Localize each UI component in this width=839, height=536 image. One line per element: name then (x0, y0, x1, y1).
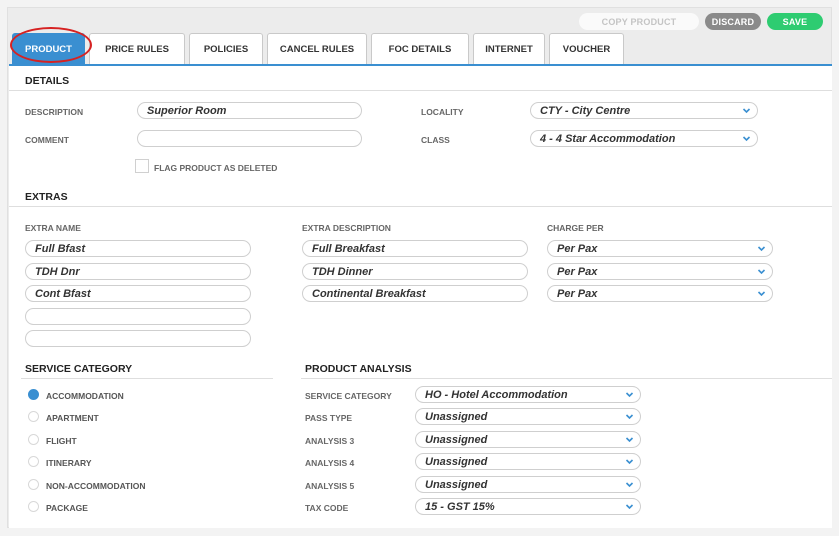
chevron-down-icon (742, 134, 751, 143)
locality-select[interactable]: CTY - City Centre (530, 102, 758, 119)
extra-description-input[interactable]: TDH Dinner (302, 263, 528, 280)
tab-policies[interactable]: POLICIES (189, 33, 263, 64)
analysis-value: 15 - GST 15% (425, 500, 495, 513)
analysis-5-select[interactable]: Unassigned (415, 476, 641, 493)
product-analysis-title: PRODUCT ANALYSIS (305, 363, 412, 375)
chevron-down-icon (757, 289, 766, 298)
analysis-label: ANALYSIS 4 (305, 458, 355, 468)
analysis-label: SERVICE CATEGORY (305, 391, 392, 401)
tab-foc-details[interactable]: FOC DETAILS (371, 33, 469, 64)
extra-name-input[interactable]: Cont Bfast (25, 285, 251, 302)
class-value: 4 - 4 Star Accommodation (540, 132, 676, 145)
service-category-title: SERVICE CATEGORY (25, 363, 133, 375)
chevron-down-icon (757, 244, 766, 253)
description-input[interactable]: Superior Room (137, 102, 362, 119)
description-label: DESCRIPTION (25, 107, 84, 117)
discard-button[interactable]: DISCARD (705, 13, 761, 30)
tab-product[interactable]: PRODUCT (10, 27, 92, 64)
analysis-value: Unassigned (425, 433, 488, 446)
extra-name-header: EXTRA NAME (25, 223, 81, 233)
class-select[interactable]: 4 - 4 Star Accommodation (530, 130, 758, 147)
analysis-4-select[interactable]: Unassigned (415, 453, 641, 470)
radio-label: FLIGHT (46, 436, 77, 446)
tab-internet[interactable]: INTERNET (473, 33, 545, 64)
charge-per-value: Per Pax (557, 242, 598, 255)
charge-per-select[interactable]: Per Pax (547, 263, 773, 280)
chevron-down-icon (757, 267, 766, 276)
product-editor: COPY PRODUCT DISCARD SAVE PRODUCT PRICE … (7, 7, 832, 528)
product-panel: DETAILS DESCRIPTION Superior Room COMMEN… (9, 66, 832, 528)
chevron-down-icon (625, 457, 634, 466)
extra-name-input[interactable] (25, 308, 251, 325)
tab-price-rules[interactable]: PRICE RULES (89, 33, 185, 64)
flag-deleted-checkbox[interactable] (135, 159, 149, 173)
extra-name-input[interactable] (25, 330, 251, 347)
comment-input[interactable] (137, 130, 362, 147)
tab-voucher[interactable]: VOUCHER (549, 33, 624, 64)
charge-per-select[interactable]: Per Pax (547, 285, 773, 302)
save-button[interactable]: SAVE (767, 13, 823, 30)
extra-description-header: EXTRA DESCRIPTION (302, 223, 391, 233)
extras-title: EXTRAS (25, 191, 68, 203)
details-title: DETAILS (25, 75, 70, 87)
extra-name-input[interactable]: Full Bfast (25, 240, 251, 257)
chevron-down-icon (625, 502, 634, 511)
charge-per-select[interactable]: Per Pax (547, 240, 773, 257)
chevron-down-icon (625, 412, 634, 421)
radio-label: ITINERARY (46, 458, 92, 468)
radio-label: NON-ACCOMMODATION (46, 481, 146, 491)
divider (9, 90, 832, 91)
charge-per-value: Per Pax (557, 287, 598, 300)
charge-per-header: CHARGE PER (547, 223, 604, 233)
analysis-label: PASS TYPE (305, 413, 353, 423)
analysis-3-select[interactable]: Unassigned (415, 431, 641, 448)
divider (21, 378, 273, 379)
chevron-down-icon (625, 435, 634, 444)
analysis-value: Unassigned (425, 478, 488, 491)
locality-label: LOCALITY (421, 107, 464, 117)
radio-label: APARTMENT (46, 413, 99, 423)
chevron-down-icon (625, 480, 634, 489)
chevron-down-icon (625, 390, 634, 399)
radio-apartment[interactable] (28, 411, 39, 422)
extra-description-input[interactable]: Full Breakfast (302, 240, 528, 257)
analysis-label: TAX CODE (305, 503, 349, 513)
radio-accommodation[interactable] (28, 389, 39, 400)
analysis-label: ANALYSIS 3 (305, 436, 355, 446)
analysis-value: HO - Hotel Accommodation (425, 388, 568, 401)
extra-description-input[interactable]: Continental Breakfast (302, 285, 528, 302)
action-bar: COPY PRODUCT DISCARD SAVE (579, 13, 823, 30)
comment-label: COMMENT (25, 135, 69, 145)
charge-per-value: Per Pax (557, 265, 598, 278)
radio-non-accommodation[interactable] (28, 479, 39, 490)
chevron-down-icon (742, 106, 751, 115)
analysis-value: Unassigned (425, 410, 488, 423)
class-label: CLASS (421, 135, 450, 145)
tab-cancel-rules[interactable]: CANCEL RULES (267, 33, 367, 64)
analysis-value: Unassigned (425, 455, 488, 468)
locality-value: CTY - City Centre (540, 104, 631, 117)
radio-label: ACCOMMODATION (46, 391, 124, 401)
radio-itinerary[interactable] (28, 456, 39, 467)
radio-package[interactable] (28, 501, 39, 512)
divider (9, 206, 832, 207)
flag-deleted-label: FLAG PRODUCT AS DELETED (154, 163, 278, 173)
copy-product-button[interactable]: COPY PRODUCT (579, 13, 699, 30)
tab-label: PRODUCT (25, 43, 72, 55)
analysis-label: ANALYSIS 5 (305, 481, 355, 491)
tab-bar: PRODUCT PRICE RULES POLICIES CANCEL RULE… (10, 27, 624, 64)
service-category-select[interactable]: HO - Hotel Accommodation (415, 386, 641, 403)
extra-name-input[interactable]: TDH Dnr (25, 263, 251, 280)
tax-code-select[interactable]: 15 - GST 15% (415, 498, 641, 515)
pass-type-select[interactable]: Unassigned (415, 408, 641, 425)
radio-label: PACKAGE (46, 503, 88, 513)
divider (301, 378, 832, 379)
radio-flight[interactable] (28, 434, 39, 445)
